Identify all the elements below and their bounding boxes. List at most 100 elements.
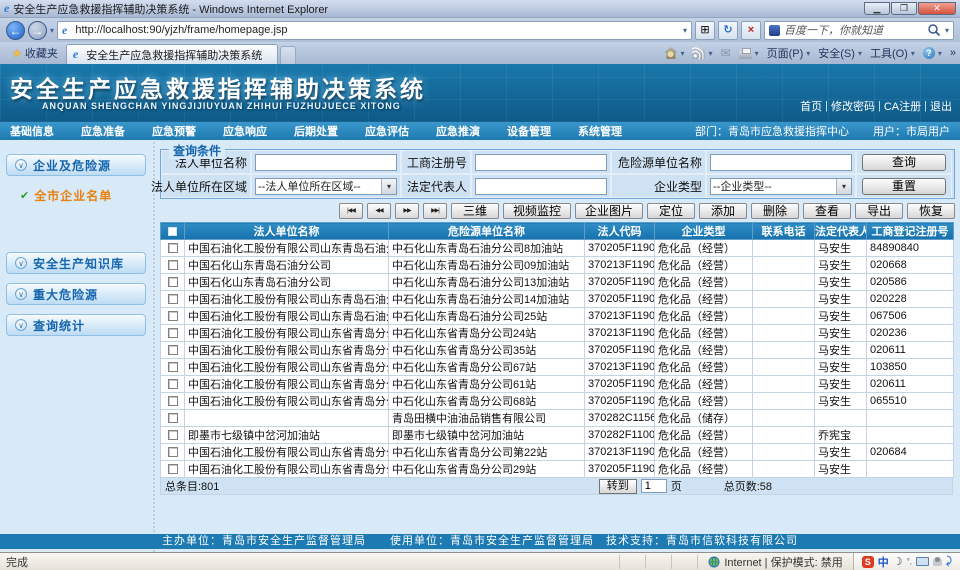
toolbar-button-0[interactable]: 三维 [451,203,499,219]
row-checkbox[interactable] [168,379,178,389]
row-checkbox[interactable] [168,345,178,355]
table-row[interactable]: 中国石油化工股份有限公司山东省青岛分公司中石化山东省青岛分公司68站370205… [161,393,954,410]
search-query-button[interactable]: 查询 [862,154,946,171]
pager-nav-button-2[interactable]: ▶▶ [395,203,419,219]
table-row[interactable]: 中国石油化工股份有限公司山东省青岛分公司中石化山东省青岛分公司24站370213… [161,325,954,342]
column-header-1[interactable]: 危险源单位名称 [389,223,585,240]
toolbar-button-4[interactable]: 添加 [699,203,747,219]
nav-item-7[interactable]: 设备管理 [507,123,551,139]
feeds-button[interactable]: ▾ [692,47,712,59]
keyboard-icon[interactable] [916,557,929,566]
column-header-6[interactable]: 工商登记注册号 [867,223,954,240]
table-row[interactable]: 中国石油化工股份有限公司山东省青岛分公司中石化山东省青岛分公司29站370205… [161,461,954,478]
page-menu[interactable]: 页面(P)▾ [767,45,811,61]
nav-item-3[interactable]: 应急响应 [223,123,267,139]
ime-language-icon[interactable]: 中 [878,554,889,570]
sogou-ime-icon[interactable]: S [862,556,874,568]
minimize-button[interactable]: ▁ [864,2,890,15]
sidebar-group-2[interactable]: ∨查询统计 [6,314,146,336]
business-reg-input[interactable] [475,154,607,171]
compatibility-view-button[interactable]: ⊞ [695,21,715,40]
nav-item-2[interactable]: 应急预警 [152,123,196,139]
table-row[interactable]: 中国石油化工股份有限公司山东青岛石油分公司中石化山东青岛石油分公司14加油站37… [161,291,954,308]
table-row[interactable]: 中国石油化工股份有限公司山东省青岛分公司中石化山东省青岛分公司35站370205… [161,342,954,359]
sidebar-group-enterprise-hazard[interactable]: ∨企业及危险源 [6,154,146,176]
column-header-2[interactable]: 法人代码 [585,223,655,240]
enterprise-type-select[interactable]: --企业类型--▾ [710,178,852,195]
table-row[interactable]: 中国石油化工股份有限公司山东省青岛分公司中石化山东省青岛分公司67站370213… [161,359,954,376]
sidebar-item-city-enterprise-list[interactable]: ✔全市企业名单 [6,185,146,206]
sidebar-splitter[interactable] [150,140,157,552]
reset-button[interactable]: 重置 [862,178,946,195]
read-mail-button[interactable]: ✉ [721,47,731,59]
help-menu[interactable]: ?▾ [923,47,942,59]
header-link-1[interactable]: 修改密码 [831,98,875,114]
tab-active[interactable]: e 安全生产应急救援指挥辅助决策系统 [66,44,278,64]
row-checkbox[interactable] [168,260,178,270]
nav-item-8[interactable]: 系统管理 [578,123,622,139]
search-input[interactable]: 百度一下，你就知道 ▾ [764,21,954,40]
sidebar-group-0[interactable]: ∨安全生产知识库 [6,252,146,274]
user-tray-icon[interactable] [933,557,942,566]
row-checkbox[interactable] [168,396,178,406]
header-link-0[interactable]: 首页 [800,98,822,114]
home-button[interactable]: ▾ [664,47,684,59]
table-row[interactable]: 中国石化山东青岛石油分公司中石化山东青岛石油分公司13加油站370205F119… [161,274,954,291]
row-checkbox[interactable] [168,430,178,440]
toolbar-button-3[interactable]: 定位 [647,203,695,219]
table-row[interactable]: 中国石油化工股份有限公司山东省青岛分公司中石化山东省青岛分公司61站370205… [161,376,954,393]
header-link-3[interactable]: 退出 [930,98,952,114]
table-row[interactable]: 中国石油化工股份有限公司山东青岛石油分公司中石化山东青岛石油分公司25站3702… [161,308,954,325]
column-header-3[interactable]: 企业类型 [655,223,753,240]
row-checkbox[interactable] [168,413,178,423]
nav-item-0[interactable]: 基础信息 [10,123,54,139]
table-row[interactable]: 即墨市七级镇中岔河加油站即墨市七级镇中岔河加油站370282F110063危化品… [161,427,954,444]
toolbar-button-1[interactable]: 视频监控 [503,203,571,219]
row-checkbox[interactable] [168,277,178,287]
address-field[interactable]: e http://localhost:90/yjzh/frame/homepag… [57,21,692,40]
stop-button[interactable]: × [741,21,761,40]
toolbar-button-6[interactable]: 查看 [803,203,851,219]
tools-menu[interactable]: 工具(O)▾ [870,45,915,61]
refresh-button[interactable]: ↻ [718,21,738,40]
punctuation-icon[interactable]: °, [907,557,912,566]
column-header-4[interactable]: 联系电话 [753,223,815,240]
print-button[interactable]: ▾ [739,48,759,59]
row-checkbox[interactable] [168,328,178,338]
sidebar-group-1[interactable]: ∨重大危险源 [6,283,146,305]
table-row[interactable]: 中国石化山东青岛石油分公司中石化山东青岛石油分公司09加油站370213F119… [161,257,954,274]
hazard-name-input[interactable] [710,154,852,171]
row-checkbox[interactable] [168,294,178,304]
table-row[interactable]: 中国石油化工股份有限公司山东青岛石油分公司中石化山东青岛石油分公司8加油站370… [161,240,954,257]
region-select[interactable]: --法人单位所在区域--▾ [255,178,397,195]
search-icon[interactable] [927,23,941,37]
column-header-0[interactable]: 法人单位名称 [185,223,389,240]
toolbar-button-7[interactable]: 导出 [855,203,903,219]
toolbar-button-5[interactable]: 删除 [751,203,799,219]
toolbar-button-2[interactable]: 企业图片 [575,203,643,219]
pager-nav-button-0[interactable]: |◀◀ [339,203,363,219]
table-row[interactable]: 青岛田横中油油品销售有限公司370282C115602危化品（储存） [161,410,954,427]
column-header-5[interactable]: 法定代表人 [815,223,867,240]
favorites-button[interactable]: ★ 收藏夹 [4,43,66,64]
nav-item-1[interactable]: 应急准备 [81,123,125,139]
ime-mode-icon[interactable]: ☽ [893,555,903,568]
pager-nav-button-3[interactable]: ▶▶| [423,203,447,219]
page-number-input[interactable] [641,479,667,493]
toolbar-button-8[interactable]: 恢复 [907,203,955,219]
row-checkbox[interactable] [168,311,178,321]
legal-name-input[interactable] [255,154,397,171]
select-all-checkbox[interactable] [168,227,177,236]
address-dropdown-icon[interactable]: ▾ [683,26,687,35]
more-commands-button[interactable]: » [950,47,956,59]
pager-nav-button-1[interactable]: ◀◀ [367,203,391,219]
security-menu[interactable]: 安全(S)▾ [818,45,862,61]
row-checkbox[interactable] [168,243,178,253]
forward-button[interactable]: → [28,21,47,40]
maximize-button[interactable]: ❐ [891,2,917,15]
row-checkbox[interactable] [168,362,178,372]
history-dropdown-icon[interactable]: ▾ [50,26,54,35]
row-checkbox[interactable] [168,447,178,457]
close-button[interactable]: ✕ [918,2,956,15]
settings-wrench-icon[interactable]: ⤸ [946,556,952,567]
